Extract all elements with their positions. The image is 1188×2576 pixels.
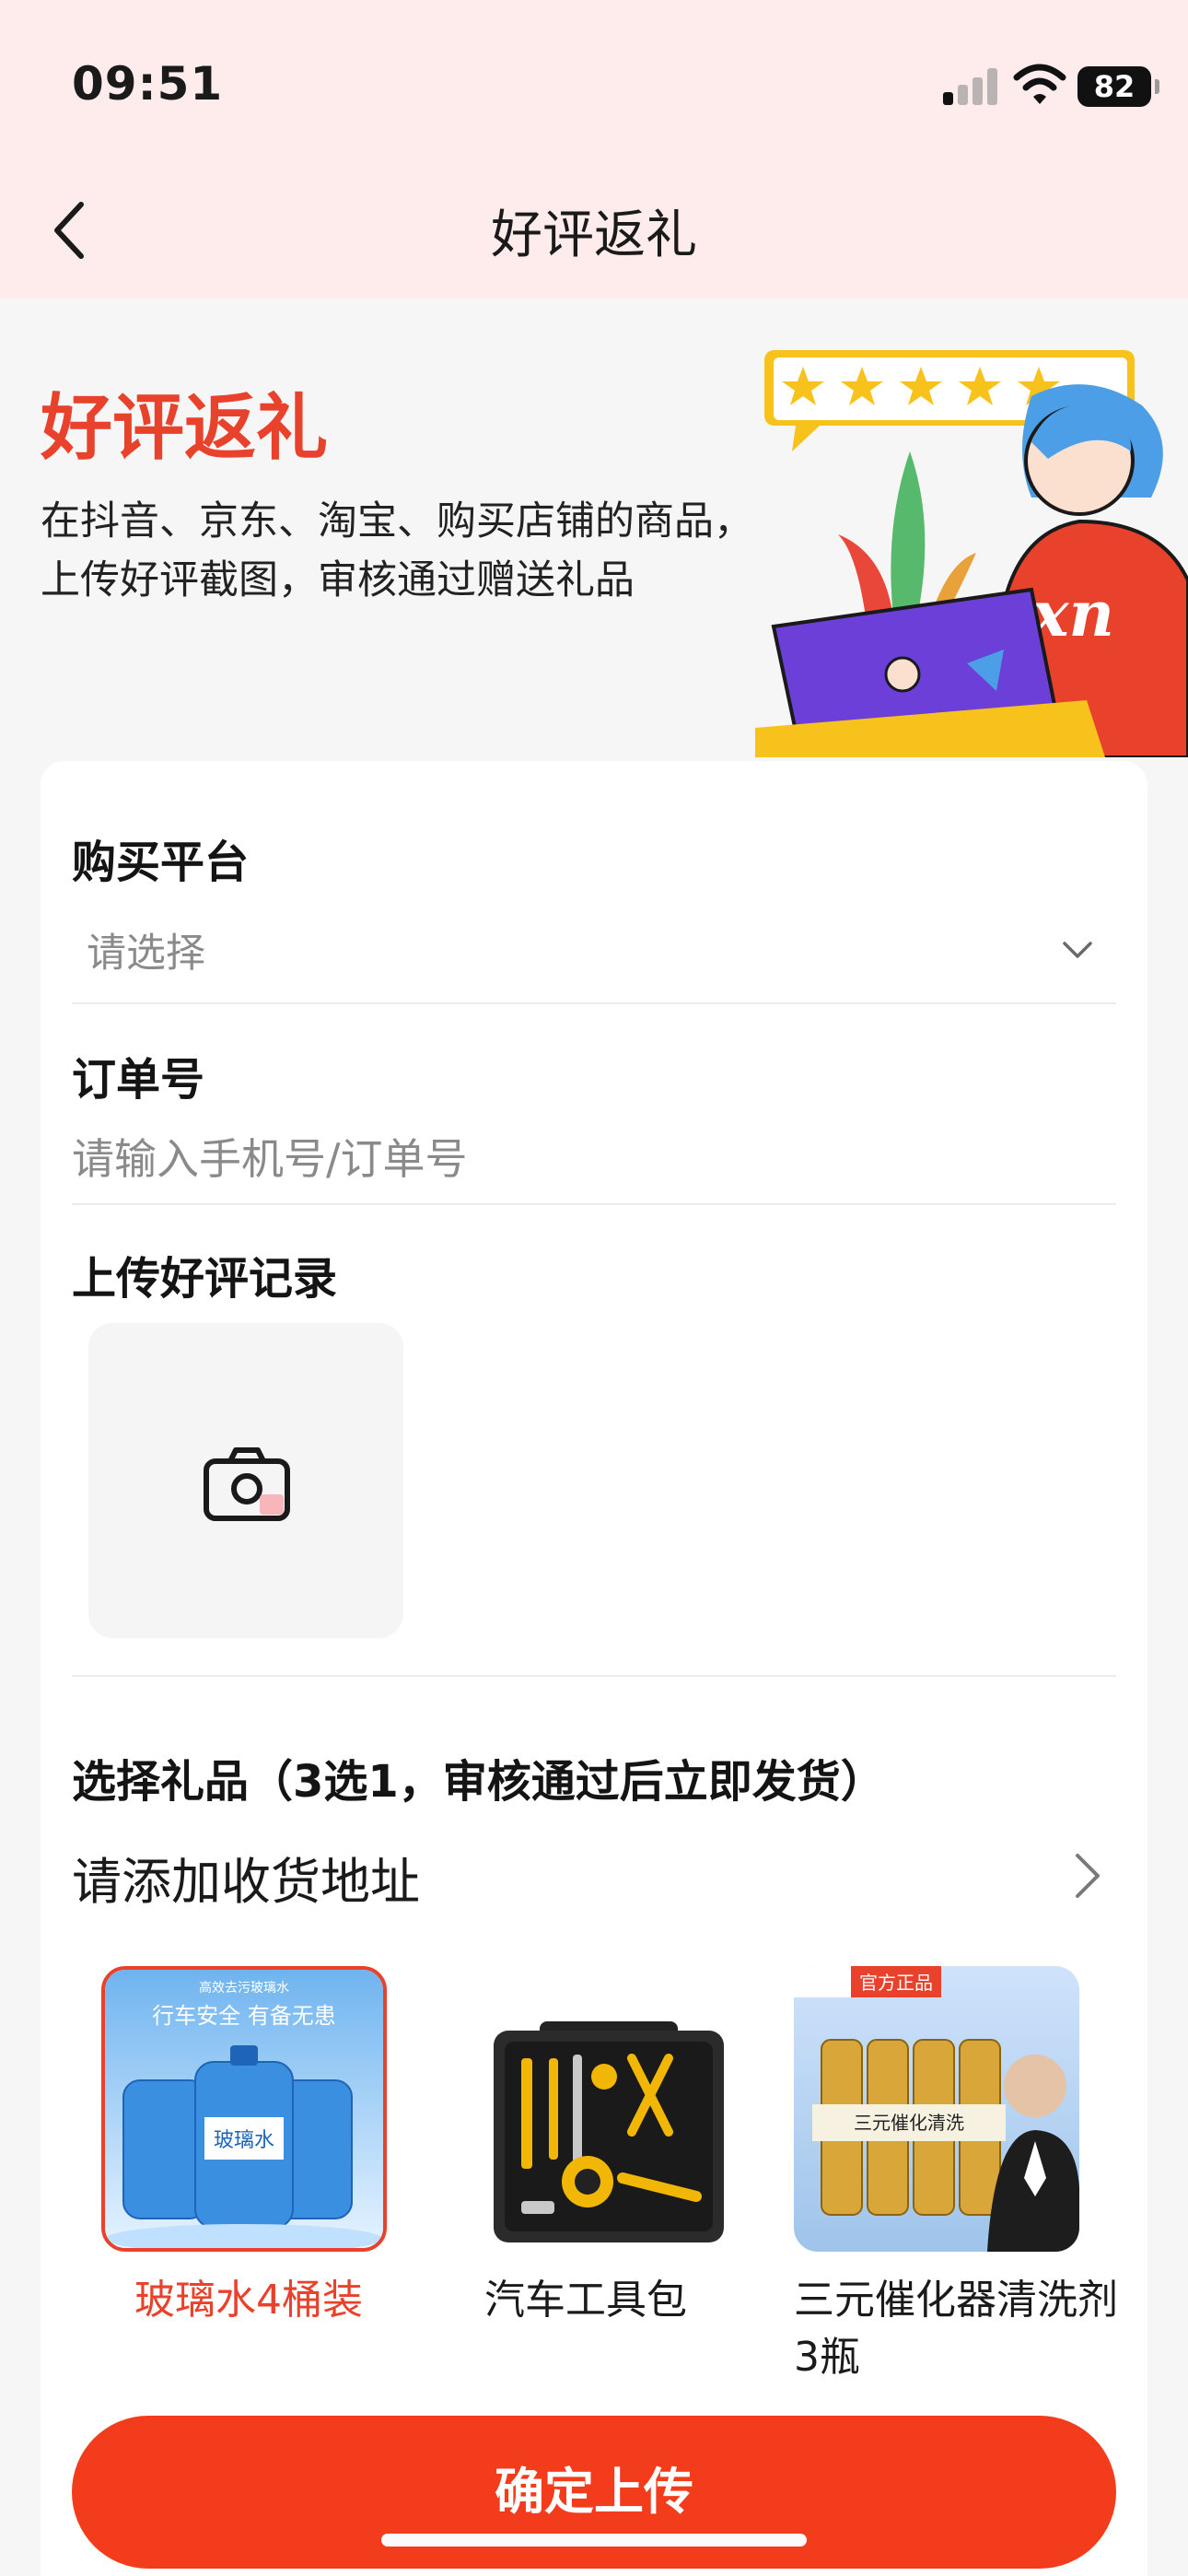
battery-icon: 82 — [1077, 66, 1159, 107]
gift-option-tool-kit[interactable]: 汽车工具包 — [484, 1966, 779, 2329]
header: 09:51 82 好评返礼 — [0, 0, 1188, 299]
divider — [72, 1002, 1116, 1004]
upload-label: 上传好评记录 — [72, 1253, 338, 1305]
svg-text:官方正品: 官方正品 — [859, 1972, 933, 1994]
divider — [72, 1203, 1116, 1205]
home-indicator — [381, 2534, 807, 2547]
gift-option-catalyst-cleaner[interactable]: 官方正品 三元催化清洗 三元催化器清洗剂3瓶 — [794, 1966, 1125, 2386]
gift-option-glass-water[interactable]: 高效去污玻璃水 行车安全 有备无患 玻璃水 玻璃水4桶装 — [101, 1966, 396, 2329]
gift-name: 三元催化器清洗剂3瓶 — [794, 2277, 1118, 2381]
divider — [72, 1675, 1116, 1677]
signal-icon — [943, 68, 998, 105]
gift-name: 汽车工具包 — [484, 2277, 687, 2324]
wifi-icon — [1013, 64, 1066, 104]
review-illustration: xn — [755, 350, 1188, 757]
svg-text:行车安全 有备无患: 行车安全 有备无患 — [152, 2003, 336, 2029]
address-text: 请添加收货地址 — [72, 1853, 420, 1911]
good-review-gift-page: 09:51 82 好评返礼 好评返礼 在抖音、京东、淘宝、购买店铺的商品，上传好… — [0, 0, 1188, 2576]
gift-image — [484, 1966, 770, 2252]
gift-label: 选择礼品（3选1，审核通过后立即发货） — [72, 1756, 885, 1808]
hero-description: 在抖音、京东、淘宝、购买店铺的商品，上传好评截图，审核通过赠送礼品 — [41, 498, 753, 603]
gift-image: 官方正品 三元催化清洗 — [794, 1966, 1079, 2252]
order-input[interactable]: 请输入手机号/订单号 — [72, 1126, 468, 1187]
chevron-down-icon[interactable] — [1059, 931, 1096, 967]
page-title: 好评返礼 — [491, 205, 697, 265]
svg-text:高效去污玻璃水: 高效去污玻璃水 — [199, 1980, 289, 1996]
gift-name: 玻璃水4桶装 — [134, 2277, 363, 2324]
svg-text:三元催化清洗: 三元催化清洗 — [854, 2112, 964, 2134]
gift-image: 高效去污玻璃水 行车安全 有备无患 玻璃水 — [101, 1966, 387, 2252]
platform-label: 购买平台 — [72, 837, 250, 888]
chevron-right-icon — [1076, 1854, 1100, 1898]
order-label: 订单号 — [72, 1054, 205, 1106]
svg-text:玻璃水: 玻璃水 — [214, 2129, 274, 2152]
address-row[interactable]: 请添加收货地址 — [72, 1833, 1116, 1916]
hero-title: 好评返礼 — [41, 387, 329, 470]
platform-select[interactable]: 请选择 — [87, 921, 205, 978]
status-time: 09:51 — [72, 57, 224, 111]
camera-icon[interactable] — [203, 1445, 291, 1522]
